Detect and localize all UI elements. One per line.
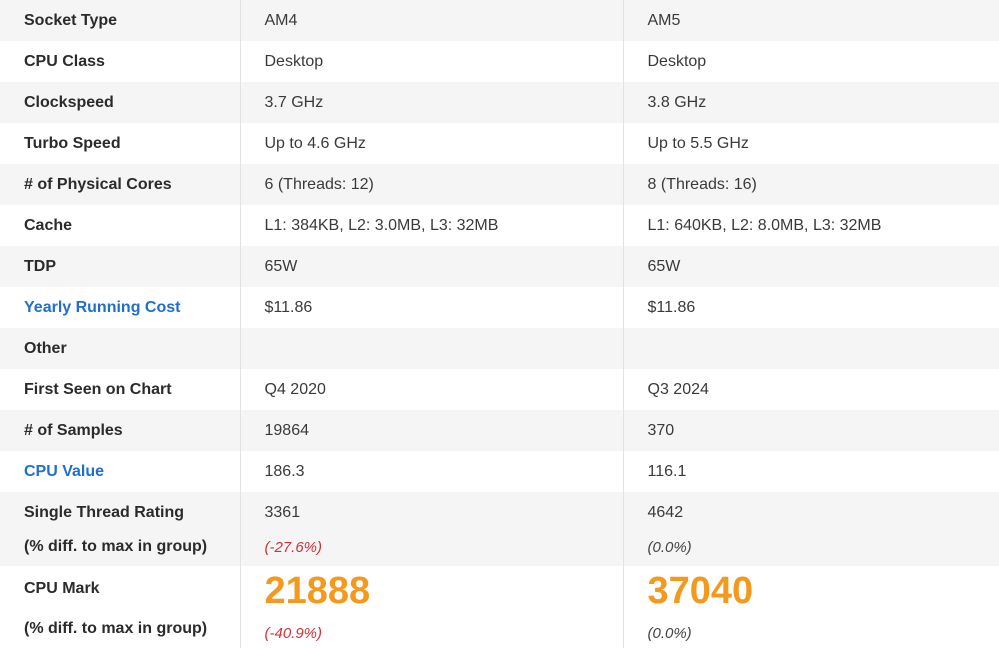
row-label: Turbo Speed [0, 123, 240, 164]
row-first-seen: First Seen on Chart Q4 2020 Q3 2024 [0, 369, 999, 410]
cpu-a-mark: 21888 (-40.9%) [239, 566, 623, 648]
cpu-b-value: 65W [622, 246, 999, 287]
cpu-a-value: AM4 [239, 0, 623, 41]
single-thread-value: 4642 [647, 504, 684, 521]
cpu-a-value: Desktop [239, 41, 623, 82]
cpu-value-link[interactable]: CPU Value [0, 451, 240, 492]
row-label: Socket Type [0, 0, 240, 41]
row-samples: # of Samples 19864 370 [0, 410, 999, 451]
cpu-mark-sublabel: (% diff. to max in group) [24, 620, 208, 637]
cpu-b-single-thread: 4642 (0.0%) [622, 492, 999, 566]
cpu-b-mark: 37040 (0.0%) [622, 566, 999, 648]
yearly-running-cost-link[interactable]: Yearly Running Cost [0, 287, 240, 328]
cpu-a-value: 65W [239, 246, 623, 287]
cpu-a-value: Q4 2020 [239, 369, 623, 410]
single-thread-label: Single Thread Rating [24, 504, 185, 521]
cpu-a-value: 6 (Threads: 12) [239, 164, 623, 205]
cpu-b-value: Desktop [622, 41, 999, 82]
cpu-mark-label: CPU Mark [24, 580, 100, 597]
row-cache: Cache L1: 384KB, L2: 3.0MB, L3: 32MB L1:… [0, 205, 999, 246]
single-thread-label-cell: Single Thread Rating (% diff. to max in … [0, 492, 240, 566]
row-tdp: TDP 65W 65W [0, 246, 999, 287]
row-label: # of Physical Cores [0, 164, 240, 205]
row-socket-type: Socket Type AM4 AM5 [0, 0, 999, 41]
cpu-b-value [622, 328, 999, 369]
row-turbo-speed: Turbo Speed Up to 4.6 GHz Up to 5.5 GHz [0, 123, 999, 164]
cpu-a-value: 19864 [239, 410, 623, 451]
row-label: # of Samples [0, 410, 240, 451]
row-cpu-mark: CPU Mark (% diff. to max in group) 21888… [0, 566, 999, 648]
cpu-mark-score: 21888 [264, 570, 371, 612]
cpu-mark-diff: (-40.9%) [264, 625, 323, 642]
cpu-mark-label-cell: CPU Mark (% diff. to max in group) [0, 566, 240, 648]
cpu-comparison-table: Socket Type AM4 AM5 CPU Class Desktop De… [0, 0, 999, 648]
row-label: CPU Class [0, 41, 240, 82]
single-thread-value: 3361 [264, 504, 301, 521]
cpu-a-value [239, 328, 623, 369]
row-label: Cache [0, 205, 240, 246]
cpu-b-value: 3.8 GHz [622, 82, 999, 123]
row-clockspeed: Clockspeed 3.7 GHz 3.8 GHz [0, 82, 999, 123]
row-cpu-class: CPU Class Desktop Desktop [0, 41, 999, 82]
row-physical-cores: # of Physical Cores 6 (Threads: 12) 8 (T… [0, 164, 999, 205]
cpu-b-value: Up to 5.5 GHz [622, 123, 999, 164]
cpu-b-value: 370 [622, 410, 999, 451]
cpu-b-value: 8 (Threads: 16) [622, 164, 999, 205]
cpu-b-value: 116.1 [622, 451, 999, 492]
cpu-a-value: 3.7 GHz [239, 82, 623, 123]
cpu-a-value: Up to 4.6 GHz [239, 123, 623, 164]
cpu-mark-score: 37040 [647, 570, 754, 612]
cpu-b-value: L1: 640KB, L2: 8.0MB, L3: 32MB [622, 205, 999, 246]
cpu-b-value: Q3 2024 [622, 369, 999, 410]
single-thread-sublabel: (% diff. to max in group) [24, 538, 208, 555]
row-label: Clockspeed [0, 82, 240, 123]
row-label: First Seen on Chart [0, 369, 240, 410]
single-thread-diff: (-27.6%) [264, 539, 323, 556]
cpu-a-single-thread: 3361 (-27.6%) [239, 492, 623, 566]
cpu-a-value: 186.3 [239, 451, 623, 492]
row-label: Other [0, 328, 240, 369]
cpu-a-value: L1: 384KB, L2: 3.0MB, L3: 32MB [239, 205, 623, 246]
row-cpu-value: CPU Value 186.3 116.1 [0, 451, 999, 492]
cpu-b-value: $11.86 [622, 287, 999, 328]
single-thread-diff: (0.0%) [647, 539, 692, 556]
row-yearly-running-cost: Yearly Running Cost $11.86 $11.86 [0, 287, 999, 328]
row-label: TDP [0, 246, 240, 287]
row-other: Other [0, 328, 999, 369]
cpu-mark-diff: (0.0%) [647, 625, 692, 642]
cpu-a-value: $11.86 [239, 287, 623, 328]
row-single-thread: Single Thread Rating (% diff. to max in … [0, 492, 999, 566]
cpu-b-value: AM5 [622, 0, 999, 41]
